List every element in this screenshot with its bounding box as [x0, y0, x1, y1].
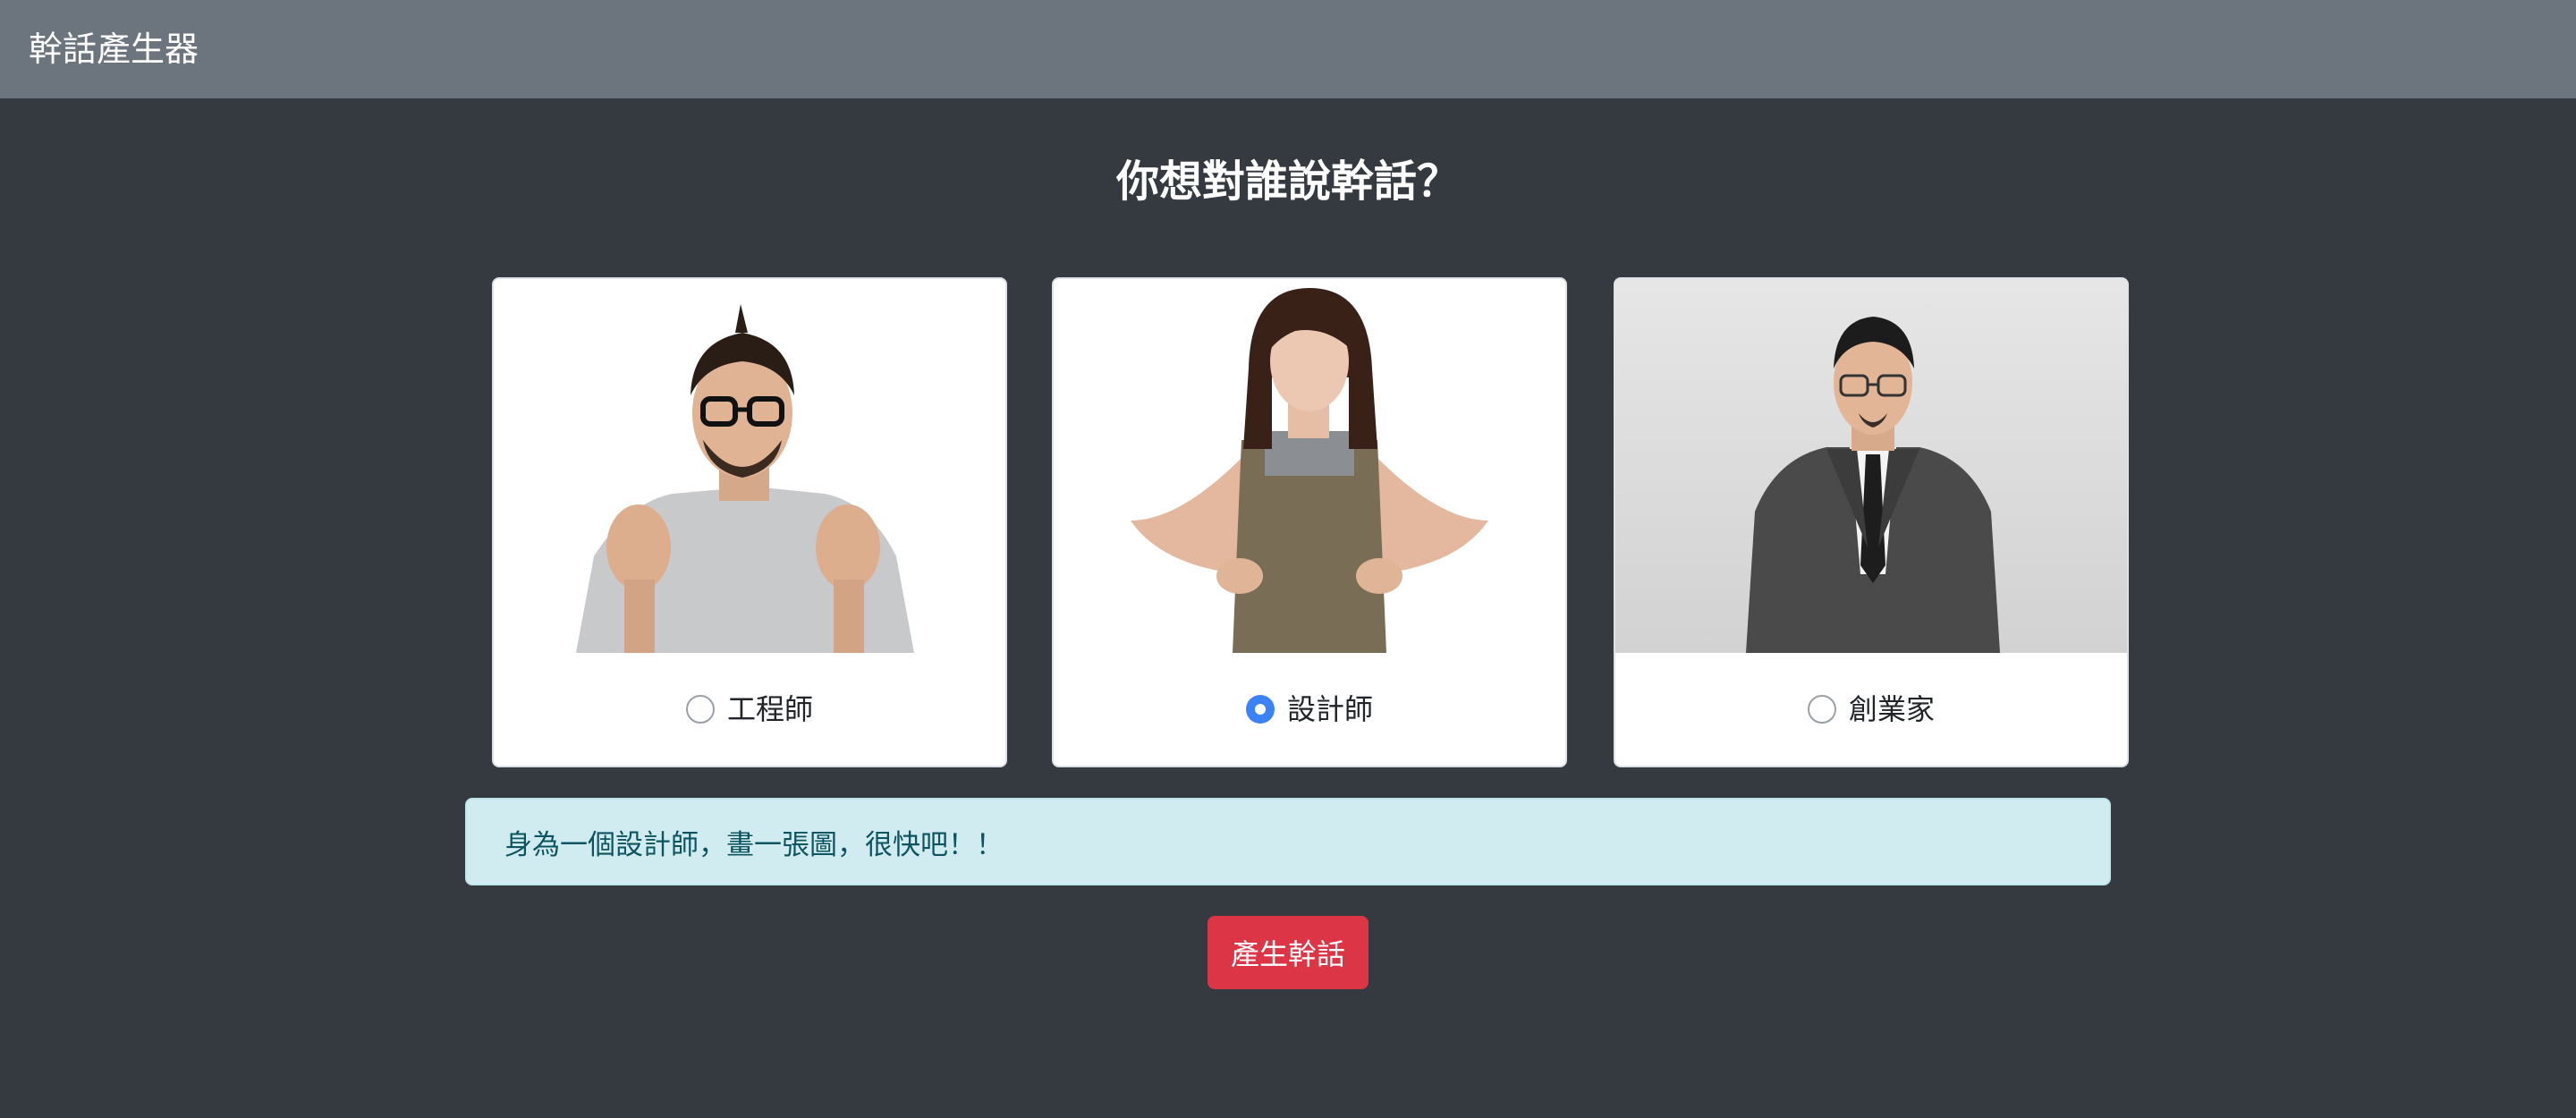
generate-button[interactable]: 產生幹話 [1208, 916, 1368, 989]
option-card-designer[interactable]: 設計師 [1052, 277, 1567, 767]
option-entrepreneur[interactable]: 創業家 [1615, 653, 2127, 766]
option-card-engineer[interactable]: 工程師 [492, 277, 1007, 767]
engineer-photo [494, 279, 1005, 653]
navbar: 幹話產生器 [0, 0, 2576, 98]
page-title: 你想對誰說幹話？ [1115, 157, 1460, 207]
radio-entrepreneur[interactable] [1807, 695, 1836, 724]
radio-engineer[interactable] [685, 695, 715, 724]
entrepreneur-illustration [1746, 317, 2000, 653]
option-label-entrepreneur: 創業家 [1848, 692, 1935, 726]
engineer-illustration [576, 304, 914, 653]
navbar-brand[interactable]: 幹話產生器 [29, 32, 199, 66]
option-label-engineer: 工程師 [726, 692, 813, 726]
result-message: 身為一個設計師，畫一張圖，很快吧！！ [465, 798, 2111, 885]
option-card-entrepreneur[interactable]: 創業家 [1614, 277, 2129, 767]
designer-photo [1054, 279, 1565, 653]
radio-designer[interactable] [1245, 695, 1275, 724]
option-label-designer: 設計師 [1286, 692, 1373, 726]
option-designer[interactable]: 設計師 [1054, 653, 1565, 766]
option-engineer[interactable]: 工程師 [494, 653, 1005, 766]
entrepreneur-photo [1615, 279, 2127, 653]
designer-illustration [1131, 288, 1488, 653]
